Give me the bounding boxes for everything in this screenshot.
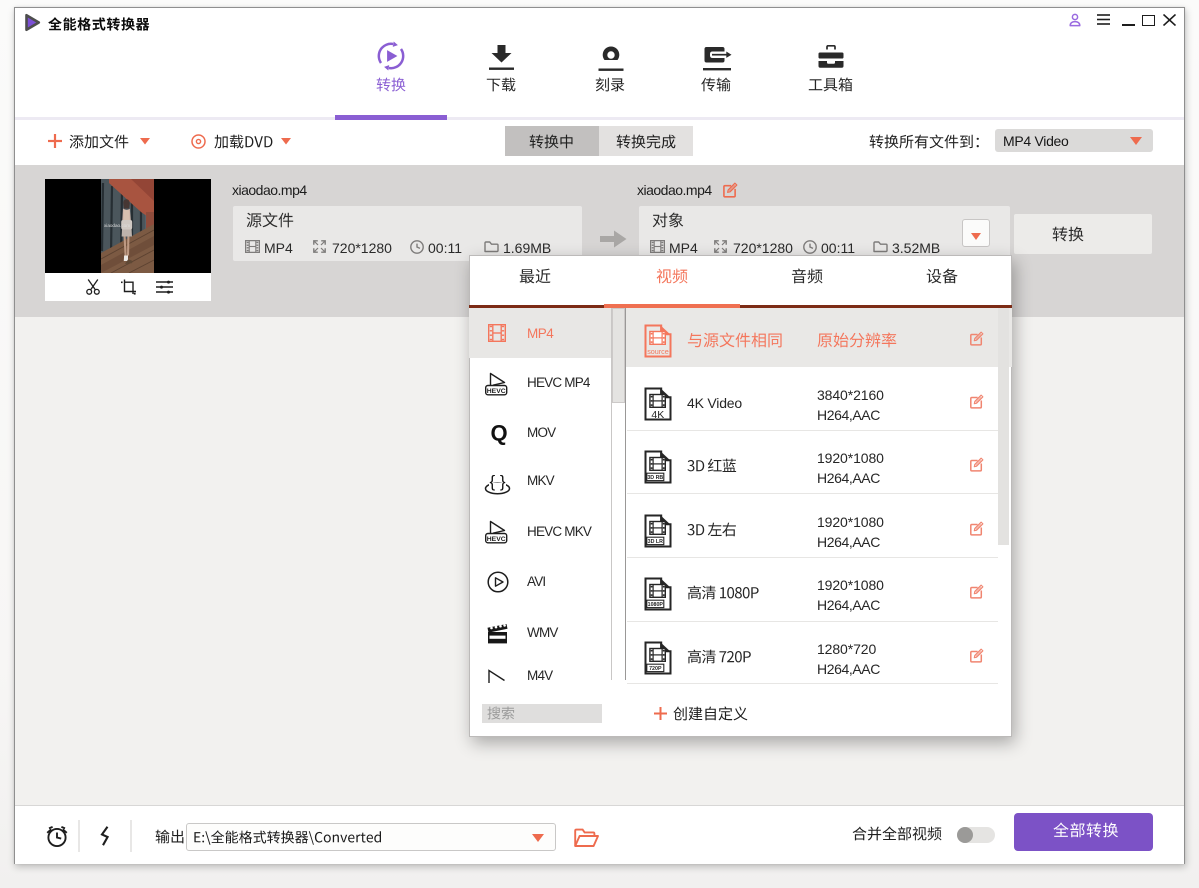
svg-text:3D RB: 3D RB (647, 475, 663, 481)
svg-text:3D LR: 3D LR (648, 539, 663, 545)
svg-text:{ }: { } (489, 472, 505, 491)
svg-text:source: source (647, 347, 669, 356)
svg-text:1080P: 1080P (648, 602, 664, 608)
svg-text:4K: 4K (651, 409, 664, 421)
svg-text:720P: 720P (649, 666, 662, 672)
svg-text:Q: Q (490, 421, 507, 445)
svg-text:HEVC: HEVC (487, 536, 506, 543)
svg-text:HEVC: HEVC (487, 388, 506, 395)
